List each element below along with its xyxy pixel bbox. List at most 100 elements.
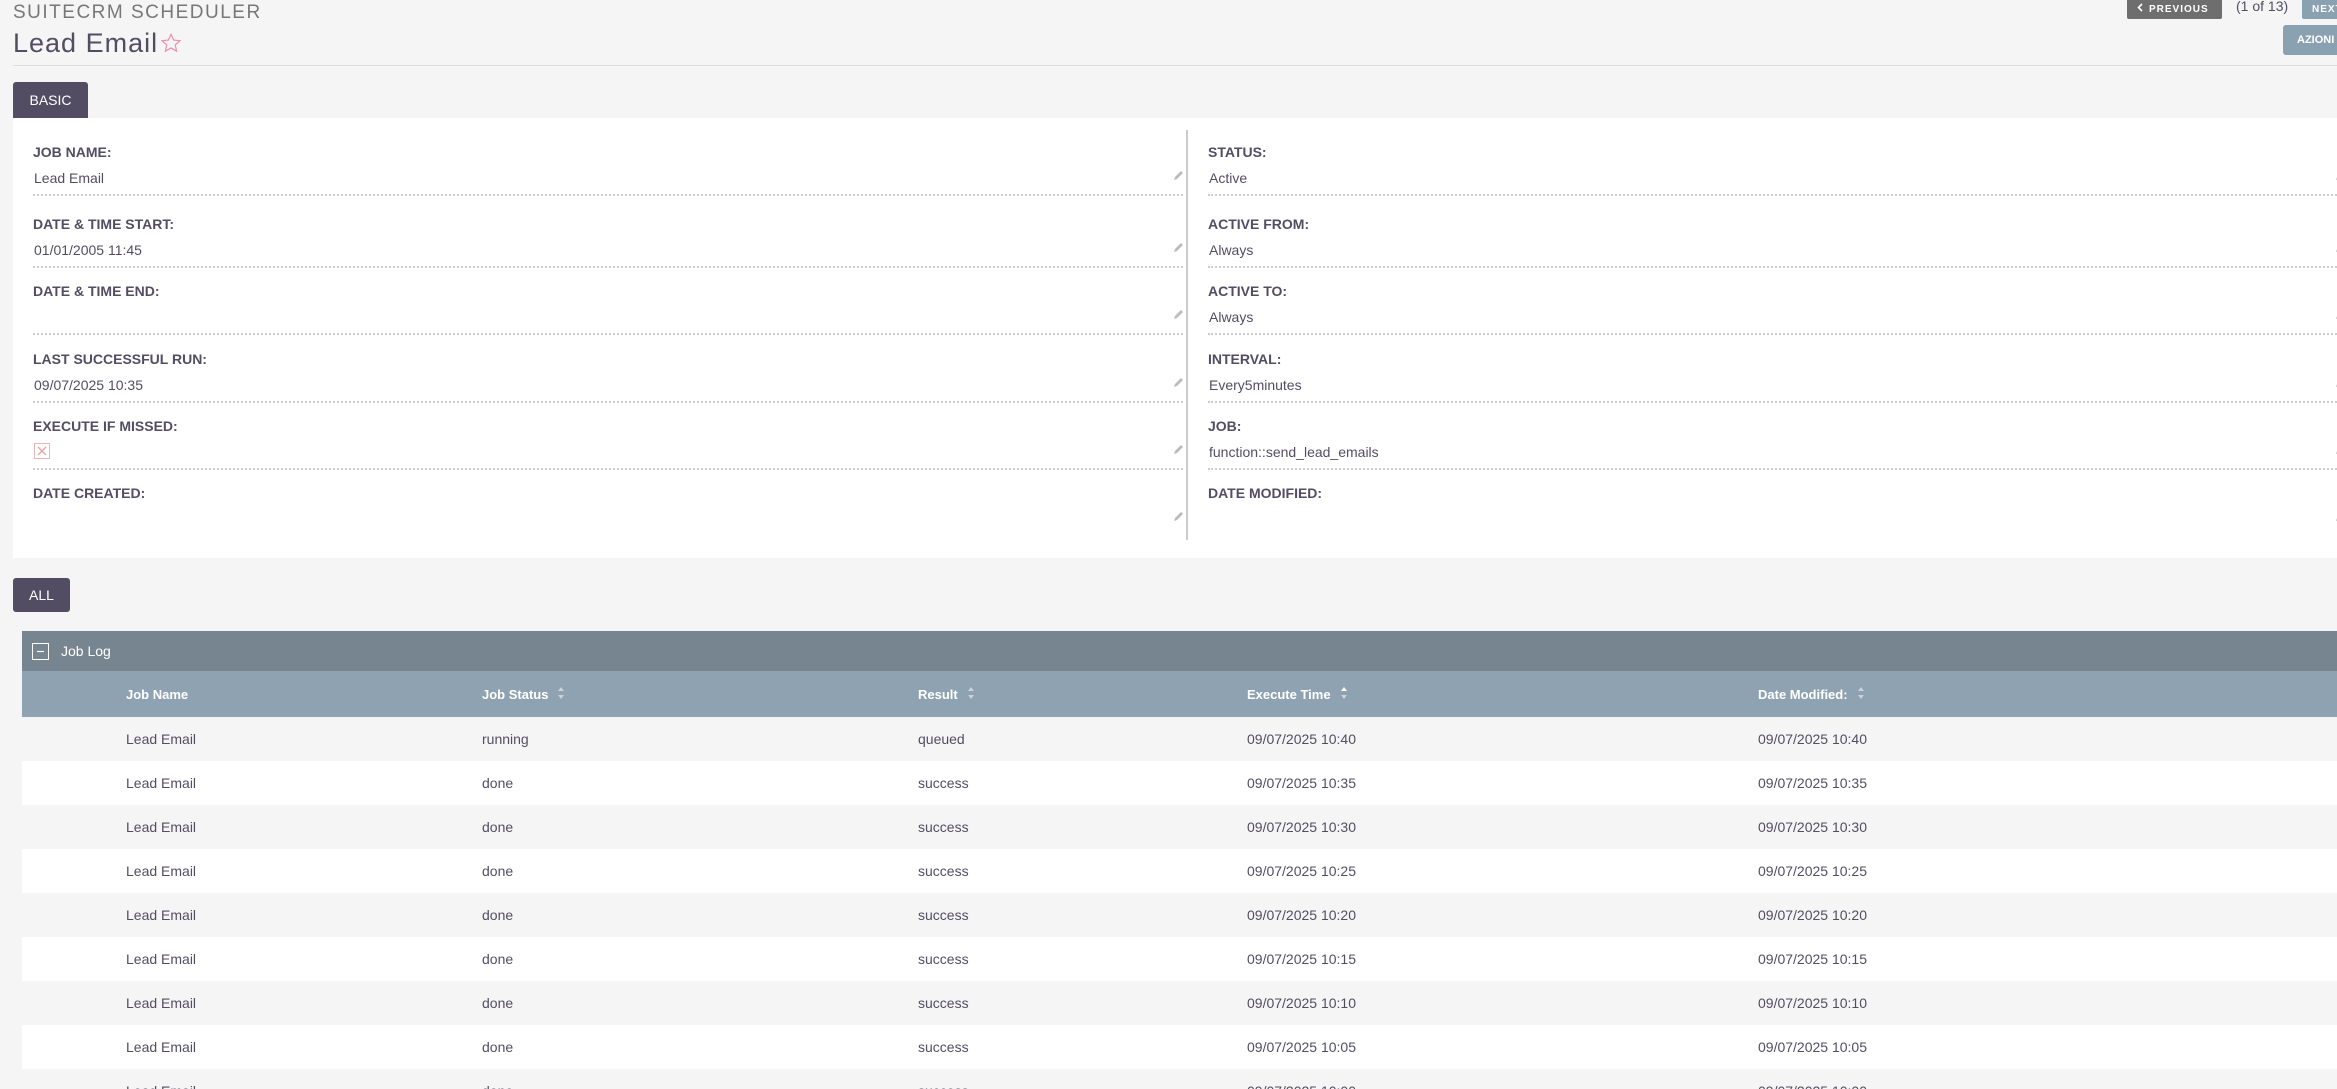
cell-job-status: done xyxy=(482,951,514,967)
pencil-icon[interactable] xyxy=(1173,240,1185,258)
table-row[interactable]: Lead Email done success 09/07/2025 10:20… xyxy=(22,893,2337,937)
cell-execute-time: 09/07/2025 10:15 xyxy=(1247,951,1356,967)
field-label: EXECUTE IF MISSED: xyxy=(33,418,178,434)
field-value: function::send_lead_emails xyxy=(1209,444,1379,460)
cell-result: success xyxy=(918,775,969,791)
field-divider xyxy=(1208,266,2337,268)
field-active-from: ACTIVE FROM: Always xyxy=(1208,216,2337,272)
cell-execute-time: 09/07/2025 10:10 xyxy=(1247,995,1356,1011)
field-value: Always xyxy=(1209,309,1254,325)
cell-job-name[interactable]: Lead Email xyxy=(126,893,196,937)
field-date-time-end: DATE & TIME END: xyxy=(33,283,1183,339)
table-row[interactable]: Lead Email done success 09/07/2025 10:00… xyxy=(22,1069,2337,1089)
cell-execute-time: 09/07/2025 10:40 xyxy=(1247,731,1356,747)
field-value: Active xyxy=(1209,170,1248,186)
pencil-icon[interactable] xyxy=(1173,168,1185,186)
cell-result: success xyxy=(918,819,969,835)
table-row[interactable]: Lead Email done success 09/07/2025 10:35… xyxy=(22,761,2337,805)
cell-job-name[interactable]: Lead Email xyxy=(126,717,196,761)
field-value: 01/01/2005 11:45 xyxy=(34,242,142,258)
field-label: JOB: xyxy=(1208,418,1242,434)
field-divider xyxy=(33,194,1183,196)
cell-job-status: done xyxy=(482,819,514,835)
field-job-name: JOB NAME: Lead Email xyxy=(33,144,1183,200)
tab-all[interactable]: ALL xyxy=(13,578,70,612)
pager-count: (1 of 13) xyxy=(2236,0,2289,14)
cell-result: success xyxy=(918,907,969,923)
pencil-icon[interactable] xyxy=(1173,509,1185,527)
cell-date-modified: 09/07/2025 10:10 xyxy=(1758,995,1867,1011)
record-title: Lead Email xyxy=(13,26,182,61)
cell-job-name[interactable]: Lead Email xyxy=(126,849,196,893)
subpanel-header: Job Log xyxy=(22,631,2337,671)
column-header-result[interactable]: Result xyxy=(918,671,975,717)
clipped-value: ... xyxy=(34,511,47,519)
cell-execute-time: 09/07/2025 10:20 xyxy=(1247,907,1356,923)
table-header: Job Name Job Status Result Execute Time … xyxy=(22,671,2337,717)
pencil-icon[interactable] xyxy=(1173,375,1185,393)
clipped-value: ... xyxy=(1209,511,1222,519)
actions-button[interactable]: AZIONI xyxy=(2283,25,2337,55)
field-divider xyxy=(33,401,1183,403)
pencil-icon[interactable] xyxy=(1173,307,1185,325)
table-row[interactable]: Lead Email done success 09/07/2025 10:05… xyxy=(22,1025,2337,1069)
column-label: Job Status xyxy=(482,686,549,702)
field-divider xyxy=(1208,468,2337,470)
cell-job-name[interactable]: Lead Email xyxy=(126,1069,196,1089)
column-header-job-name[interactable]: Job Name xyxy=(126,671,188,717)
cell-job-status: done xyxy=(482,1039,514,1055)
field-active-to: ACTIVE TO: Always xyxy=(1208,283,2337,339)
unchecked-icon xyxy=(34,443,50,459)
cell-execute-time: 09/07/2025 10:05 xyxy=(1247,1039,1356,1055)
cell-job-name[interactable]: Lead Email xyxy=(126,937,196,981)
pencil-icon[interactable] xyxy=(1173,442,1185,460)
field-last-successful-run: LAST SUCCESSFUL RUN: 09/07/2025 10:35 xyxy=(33,351,1183,407)
table-row[interactable]: Lead Email done success 09/07/2025 10:10… xyxy=(22,981,2337,1025)
field-date-created: DATE CREATED: ... xyxy=(33,485,1183,541)
field-label: ACTIVE TO: xyxy=(1208,283,1288,299)
cell-result: success xyxy=(918,1069,969,1089)
field-value: ... xyxy=(1209,511,1222,519)
column-label: Execute Time xyxy=(1247,686,1331,702)
sort-icon xyxy=(1857,686,1865,703)
field-label: DATE & TIME END: xyxy=(33,283,160,299)
cell-date-modified: 09/07/2025 10:05 xyxy=(1758,1039,1867,1055)
cell-result: success xyxy=(918,863,969,879)
cell-result: success xyxy=(918,951,969,967)
field-label: LAST SUCCESSFUL RUN: xyxy=(33,351,207,367)
cell-job-name[interactable]: Lead Email xyxy=(126,761,196,805)
sort-icon xyxy=(557,686,565,703)
cell-job-status: done xyxy=(482,863,514,879)
table-row[interactable]: Lead Email done success 09/07/2025 10:25… xyxy=(22,849,2337,893)
collapse-icon[interactable] xyxy=(32,642,49,660)
detail-panel: JOB NAME: Lead Email DATE & TIME START: … xyxy=(13,118,2337,558)
cell-date-modified: 09/07/2025 10:00 xyxy=(1758,1069,1867,1089)
cell-job-name[interactable]: Lead Email xyxy=(126,1025,196,1069)
table-row[interactable]: Lead Email running queued 09/07/2025 10:… xyxy=(22,717,2337,761)
field-label: DATE & TIME START: xyxy=(33,216,175,232)
table-row[interactable]: Lead Email done success 09/07/2025 10:15… xyxy=(22,937,2337,981)
cell-job-status: done xyxy=(482,1069,513,1089)
cell-date-modified: 09/07/2025 10:25 xyxy=(1758,863,1867,879)
subpanel-title[interactable]: Job Log xyxy=(61,643,111,659)
cell-job-name[interactable]: Lead Email xyxy=(126,981,196,1025)
cell-job-status: done xyxy=(482,907,514,923)
field-label: STATUS: xyxy=(1208,144,1267,160)
field-date-modified: DATE MODIFIED: ... xyxy=(1208,485,2337,541)
table-row[interactable]: Lead Email done success 09/07/2025 10:30… xyxy=(22,805,2337,849)
star-icon[interactable] xyxy=(160,30,182,61)
column-header-date-modified[interactable]: Date Modified: xyxy=(1758,671,1865,717)
cell-date-modified: 09/07/2025 10:20 xyxy=(1758,907,1867,923)
cell-job-name[interactable]: Lead Email xyxy=(126,805,196,849)
previous-button[interactable]: PREVIOUS xyxy=(2127,0,2222,19)
field-job: JOB: function::send_lead_emails xyxy=(1208,418,2337,474)
field-value: Lead Email xyxy=(34,170,105,186)
next-button[interactable]: NEXT xyxy=(2302,0,2337,19)
cell-result: success xyxy=(918,1039,969,1055)
column-header-execute-time[interactable]: Execute Time xyxy=(1247,671,1348,717)
column-header-job-status[interactable]: Job Status xyxy=(482,671,565,717)
field-divider xyxy=(1208,401,2337,403)
cell-execute-time: 09/07/2025 10:30 xyxy=(1247,819,1356,835)
cell-date-modified: 09/07/2025 10:15 xyxy=(1758,951,1867,967)
tab-basic[interactable]: BASIC xyxy=(13,82,88,118)
